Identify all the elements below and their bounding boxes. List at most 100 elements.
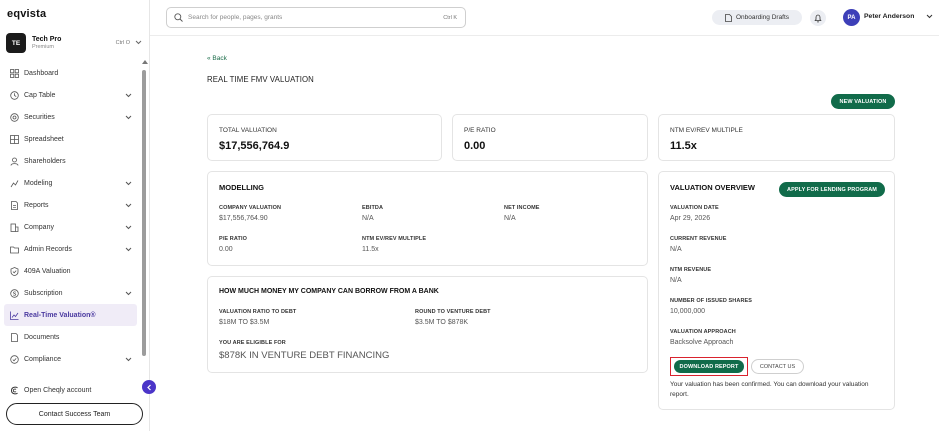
sidebar-item-modeling[interactable]: Modeling [0,172,138,194]
field-value: $17,556,764.90 [219,215,268,222]
chevron-down-icon [124,223,132,231]
kpi-value: $17,556,764.9 [219,140,290,152]
sidebar-item-label: Modeling [24,179,53,187]
sidebar-item-reports[interactable]: Reports [0,194,138,216]
chevron-down-icon [124,113,132,121]
sidebar-scrollbar[interactable] [142,70,146,356]
search-shortcut: Ctrl K [443,14,457,21]
notifications-button[interactable] [810,10,826,26]
pe-ratio-card: P/E RATIO 0.00 [452,114,648,161]
kpi-value: 11.5x [670,140,697,152]
chevron-down-icon [124,179,132,187]
new-valuation-button[interactable]: NEW VALUATION [831,94,895,109]
confirmation-message: Your valuation has been confirmed. You c… [670,381,869,398]
field-label: YOU ARE ELIGIBLE FOR [219,340,286,346]
sidebar-item-409a-valuation[interactable]: 409A Valuation [0,260,138,282]
field-value: N/A [670,246,682,253]
user-name[interactable]: Peter Anderson [864,13,914,20]
field-value: 11.5x [362,246,379,253]
chart-line-icon [9,310,19,320]
shareholders-icon [9,156,19,166]
valuation-icon [9,266,19,276]
reports-icon [9,200,19,210]
sidebar-item-label: Admin Records [24,245,72,253]
modelling-card: MODELLING COMPANY VALUATION $17,556,764.… [207,171,648,266]
field-value: $878K IN VENTURE DEBT FINANCING [219,350,390,361]
eqvista-logo[interactable]: eqvista [7,8,46,20]
top-bar: Ctrl K Onboarding Drafts PA Peter Anders… [150,0,939,36]
contact-success-team-button[interactable]: Contact Success Team [6,403,143,425]
field-label: COMPANY VALUATION [219,205,282,211]
field-label: NET INCOME [504,205,540,211]
field-label: P/E RATIO [219,236,247,242]
sidebar-item-shareholders[interactable]: Shareholders [0,150,138,172]
chevron-down-icon [124,355,132,363]
chevron-left-icon [146,384,152,391]
search-input[interactable] [188,14,444,21]
field-value: 0.00 [219,246,233,253]
kpi-value: 0.00 [464,140,486,152]
valuation-overview-card: VALUATION OVERVIEW APPLY FOR LENDING PRO… [658,171,895,410]
scroll-up-arrow[interactable] [142,60,148,64]
securities-icon [9,112,19,122]
spreadsheet-icon [9,134,19,144]
field-value: N/A [362,215,374,222]
open-cheqly-account-link[interactable]: Open Cheqly account [9,385,91,395]
document-icon [725,13,732,22]
field-value: Apr 29, 2026 [670,215,711,222]
field-label: VALUATION APPROACH [670,329,736,335]
sidebar-item-subscription[interactable]: Subscription [0,282,138,304]
apply-lending-program-button[interactable]: APPLY FOR LENDING PROGRAM [779,182,885,197]
chevron-down-icon[interactable] [925,12,933,20]
section-title: HOW MUCH MONEY MY COMPANY CAN BORROW FRO… [219,288,439,295]
field-value: $3.5M TO $878K [415,319,469,326]
kpi-label: P/E RATIO [464,127,496,134]
sidebar-item-securities[interactable]: Securities [0,106,138,128]
chevron-down-icon [124,245,132,253]
sidebar-item-spreadsheet[interactable]: Spreadsheet [0,128,138,150]
search-box[interactable]: Ctrl K [166,7,466,28]
sidebar-item-documents[interactable]: Documents [0,326,138,348]
section-title: VALUATION OVERVIEW [670,183,756,192]
chevron-down-icon [124,289,132,297]
field-label: EBITDA [362,205,384,211]
onboarding-drafts-label: Onboarding Drafts [735,14,790,21]
subscription-icon [9,288,19,298]
field-value: $18M TO $3.5M [219,319,270,326]
sidebar-item-compliance[interactable]: Compliance [0,348,138,370]
cheqly-icon [9,385,19,395]
page-title: REAL TIME FMV VALUATION [207,75,314,84]
bell-icon [814,14,822,23]
field-label: CURRENT REVENUE [670,236,727,242]
kpi-label: NTM EV/REV MULTIPLE [670,127,743,134]
field-value: 10,000,000 [670,308,706,315]
sidebar-item-company[interactable]: Company [0,216,138,238]
download-report-button[interactable]: DOWNLOAD REPORT [674,360,744,373]
field-label: NTM EV/REV MULTIPLE [362,236,427,242]
org-plan: Premium [32,44,55,50]
contact-us-button[interactable]: CONTACT US [751,359,804,374]
kpi-label: TOTAL VALUATION [219,127,277,134]
sidebar-item-real-time-valuation[interactable]: Real-Time Valuation® [4,304,137,326]
org-avatar: TE [6,33,26,53]
field-label: ROUND TO VENTURE DEBT [415,309,491,315]
back-link[interactable]: « Back [207,55,227,62]
admin-records-icon [9,244,19,254]
sidebar-item-dashboard[interactable]: Dashboard [0,62,138,84]
org-name: Tech Pro [32,36,62,43]
field-value: Backsolve Approach [670,339,734,346]
borrowing-card: HOW MUCH MONEY MY COMPANY CAN BORROW FRO… [207,276,648,373]
company-icon [9,222,19,232]
avatar[interactable]: PA [843,9,860,26]
sidebar-item-label: Dashboard [24,69,59,77]
onboarding-drafts-button[interactable]: Onboarding Drafts [712,10,802,25]
sidebar-item-label: Subscription [24,289,63,297]
sidebar-item-admin-records[interactable]: Admin Records [0,238,138,260]
sidebar-item-cap-table[interactable]: Cap Table [0,84,138,106]
field-value: N/A [504,215,516,222]
sidebar-item-label: 409A Valuation [24,267,71,275]
collapse-sidebar-button[interactable] [142,380,156,394]
org-switcher[interactable]: TE Tech Pro Premium Ctrl O [6,32,146,54]
sidebar-item-label: Reports [24,201,49,209]
sidebar-item-label: Real-Time Valuation® [24,311,96,319]
